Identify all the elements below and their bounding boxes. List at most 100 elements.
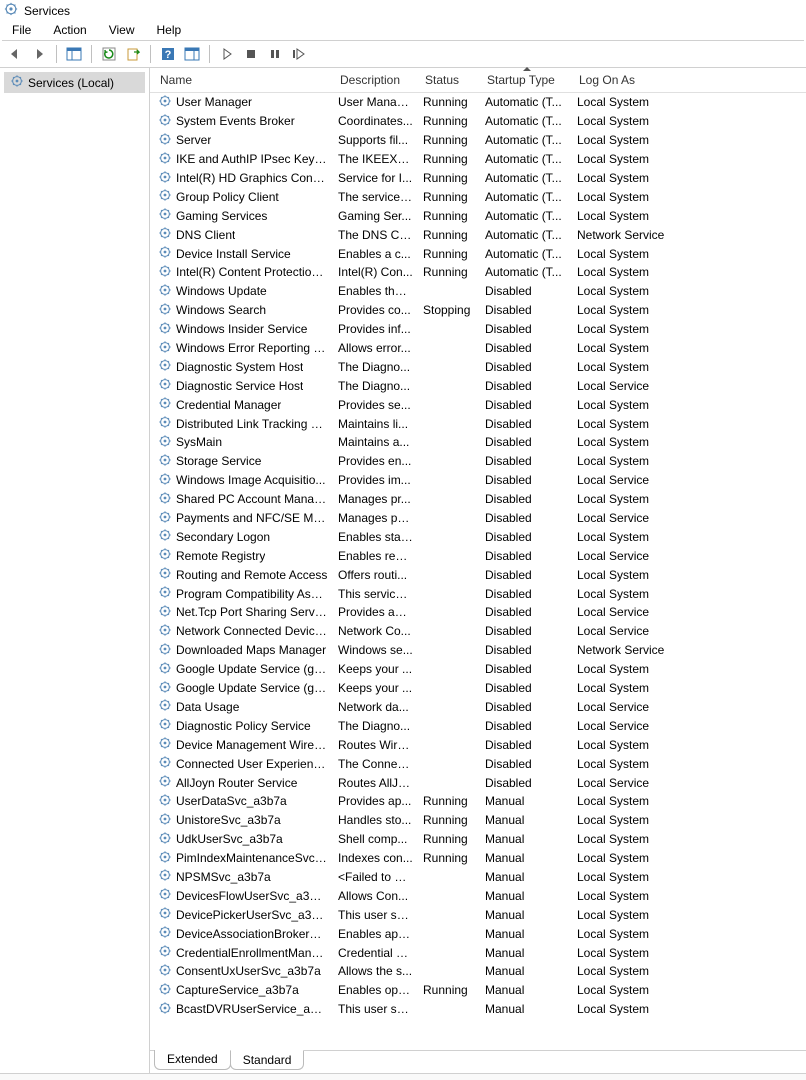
- service-row[interactable]: Connected User Experience...The Connec..…: [154, 754, 806, 773]
- service-row[interactable]: Windows UpdateEnables the ...DisabledLoc…: [154, 282, 806, 301]
- service-row[interactable]: IKE and AuthIP IPsec Keying...The IKEEXT…: [154, 150, 806, 169]
- service-row[interactable]: Diagnostic System HostThe Diagno...Disab…: [154, 357, 806, 376]
- column-header-name[interactable]: Name: [154, 68, 334, 92]
- column-header-row: Name Description Status Startup Type Log…: [150, 68, 806, 93]
- service-row[interactable]: UnistoreSvc_a3b7aHandles sto...RunningMa…: [154, 811, 806, 830]
- service-row[interactable]: System Events BrokerCoordinates...Runnin…: [154, 112, 806, 131]
- service-row[interactable]: Windows Image Acquisitio...Provides im..…: [154, 471, 806, 490]
- forward-button[interactable]: [28, 43, 50, 65]
- service-row[interactable]: Google Update Service (gup...Keeps your …: [154, 660, 806, 679]
- service-row[interactable]: Routing and Remote AccessOffers routi...…: [154, 565, 806, 584]
- service-startup-type: Disabled: [481, 568, 573, 582]
- service-log-on-as: Local System: [573, 851, 723, 865]
- service-status: Running: [419, 95, 481, 109]
- service-row[interactable]: AllJoyn Router ServiceRoutes AllJo...Dis…: [154, 773, 806, 792]
- service-description: Provides co...: [334, 303, 419, 317]
- service-row[interactable]: Secondary LogonEnables star...DisabledLo…: [154, 527, 806, 546]
- service-row[interactable]: Distributed Link Tracking Cli...Maintain…: [154, 414, 806, 433]
- gear-icon: [158, 831, 172, 848]
- service-startup-type: Disabled: [481, 435, 573, 449]
- service-row[interactable]: Credential ManagerProvides se...Disabled…: [154, 395, 806, 414]
- service-row[interactable]: Downloaded Maps ManagerWindows se...Disa…: [154, 641, 806, 660]
- back-button[interactable]: [4, 43, 26, 65]
- menu-file[interactable]: File: [2, 22, 41, 38]
- service-log-on-as: Local System: [573, 454, 723, 468]
- gear-icon: [158, 434, 172, 451]
- service-name: UserDataSvc_a3b7a: [176, 794, 287, 808]
- service-row[interactable]: Shared PC Account ManagerManages pr...Di…: [154, 490, 806, 509]
- service-row[interactable]: DevicesFlowUserSvc_a3b7aAllows Con...Man…: [154, 886, 806, 905]
- service-row[interactable]: Windows SearchProvides co...StoppingDisa…: [154, 301, 806, 320]
- restart-service-button[interactable]: [288, 43, 310, 65]
- service-row[interactable]: Payments and NFC/SE Man...Manages pa...D…: [154, 509, 806, 528]
- service-row[interactable]: DevicePickerUserSvc_a3b7aThis user ser..…: [154, 905, 806, 924]
- refresh-button[interactable]: [98, 43, 120, 65]
- service-row[interactable]: Device Install ServiceEnables a c...Runn…: [154, 244, 806, 263]
- column-header-log-on-as[interactable]: Log On As: [573, 68, 723, 92]
- gear-icon: [158, 132, 172, 149]
- gear-icon: [158, 755, 172, 772]
- show-hide-tree-button[interactable]: [63, 43, 85, 65]
- service-row[interactable]: Group Policy ClientThe service i...Runni…: [154, 187, 806, 206]
- service-row[interactable]: BcastDVRUserService_a3b7aThis user ser..…: [154, 1000, 806, 1019]
- service-row[interactable]: UserDataSvc_a3b7aProvides ap...RunningMa…: [154, 792, 806, 811]
- service-startup-type: Automatic (T...: [481, 265, 573, 279]
- column-header-status[interactable]: Status: [419, 68, 481, 92]
- service-row[interactable]: DeviceAssociationBrokerSv... Enables app.…: [154, 924, 806, 943]
- service-row[interactable]: User ManagerUser Manag...RunningAutomati…: [154, 93, 806, 112]
- gear-icon: [158, 604, 172, 621]
- service-row[interactable]: Diagnostic Service HostThe Diagno...Disa…: [154, 376, 806, 395]
- service-row[interactable]: CaptureService_a3b7aEnables opti...Runni…: [154, 981, 806, 1000]
- gear-icon: [158, 925, 172, 942]
- service-row[interactable]: ServerSupports fil...RunningAutomatic (T…: [154, 131, 806, 150]
- service-row[interactable]: DNS ClientThe DNS Cli...RunningAutomatic…: [154, 225, 806, 244]
- service-name: DeviceAssociationBrokerSv...: [176, 927, 328, 941]
- service-row[interactable]: Device Management Wirele...Routes Wire..…: [154, 735, 806, 754]
- service-row[interactable]: Data UsageNetwork da...DisabledLocal Ser…: [154, 698, 806, 717]
- start-service-button[interactable]: [216, 43, 238, 65]
- help-button[interactable]: ?: [157, 43, 179, 65]
- service-row[interactable]: Program Compatibility Assi...This servic…: [154, 584, 806, 603]
- service-log-on-as: Local Service: [573, 624, 723, 638]
- service-description: Enables app...: [334, 927, 419, 941]
- service-name: CaptureService_a3b7a: [176, 983, 299, 997]
- service-row[interactable]: Google Update Service (gup...Keeps your …: [154, 679, 806, 698]
- service-row[interactable]: Diagnostic Policy ServiceThe Diagno...Di…: [154, 716, 806, 735]
- service-row[interactable]: Gaming ServicesGaming Ser...RunningAutom…: [154, 206, 806, 225]
- service-row[interactable]: Network Connected Device...Network Co...…: [154, 622, 806, 641]
- service-row[interactable]: Intel(R) HD Graphics Contro...Service fo…: [154, 169, 806, 188]
- service-row[interactable]: SysMainMaintains a...DisabledLocal Syste…: [154, 433, 806, 452]
- column-header-description[interactable]: Description: [334, 68, 419, 92]
- stop-service-button[interactable]: [240, 43, 262, 65]
- show-hide-action-pane-button[interactable]: [181, 43, 203, 65]
- tab-extended[interactable]: Extended: [154, 1050, 231, 1070]
- gear-icon: [158, 170, 172, 187]
- service-name: Device Management Wirele...: [176, 738, 328, 752]
- service-row[interactable]: Windows Error Reporting Se...Allows erro…: [154, 339, 806, 358]
- service-row[interactable]: Remote RegistryEnables rem...DisabledLoc…: [154, 546, 806, 565]
- service-row[interactable]: Net.Tcp Port Sharing ServiceProvides abi…: [154, 603, 806, 622]
- gear-icon: [158, 377, 172, 394]
- gear-icon: [158, 906, 172, 923]
- tab-standard[interactable]: Standard: [230, 1050, 305, 1070]
- service-row[interactable]: PimIndexMaintenanceSvc_...Indexes con...…: [154, 849, 806, 868]
- service-row[interactable]: ConsentUxUserSvc_a3b7aAllows the s...Man…: [154, 962, 806, 981]
- gear-icon: [158, 415, 172, 432]
- service-row[interactable]: NPSMSvc_a3b7a<Failed to R...ManualLocal …: [154, 868, 806, 887]
- pause-service-button[interactable]: [264, 43, 286, 65]
- service-description: Routes AllJo...: [334, 776, 419, 790]
- menu-help[interactable]: Help: [147, 22, 192, 38]
- column-header-startup-type[interactable]: Startup Type: [481, 68, 573, 92]
- export-list-button[interactable]: [122, 43, 144, 65]
- service-row[interactable]: CredentialEnrollmentMana...Credential E.…: [154, 943, 806, 962]
- service-row[interactable]: UdkUserSvc_a3b7aShell comp...RunningManu…: [154, 830, 806, 849]
- service-row[interactable]: Windows Insider ServiceProvides inf...Di…: [154, 320, 806, 339]
- service-startup-type: Disabled: [481, 492, 573, 506]
- service-row[interactable]: Storage ServiceProvides en...DisabledLoc…: [154, 452, 806, 471]
- menu-action[interactable]: Action: [43, 22, 96, 38]
- tree-root-services-local[interactable]: Services (Local): [4, 72, 145, 93]
- service-row[interactable]: Intel(R) Content Protection ...Intel(R) …: [154, 263, 806, 282]
- service-startup-type: Disabled: [481, 700, 573, 714]
- menu-view[interactable]: View: [99, 22, 145, 38]
- service-log-on-as: Local System: [573, 738, 723, 752]
